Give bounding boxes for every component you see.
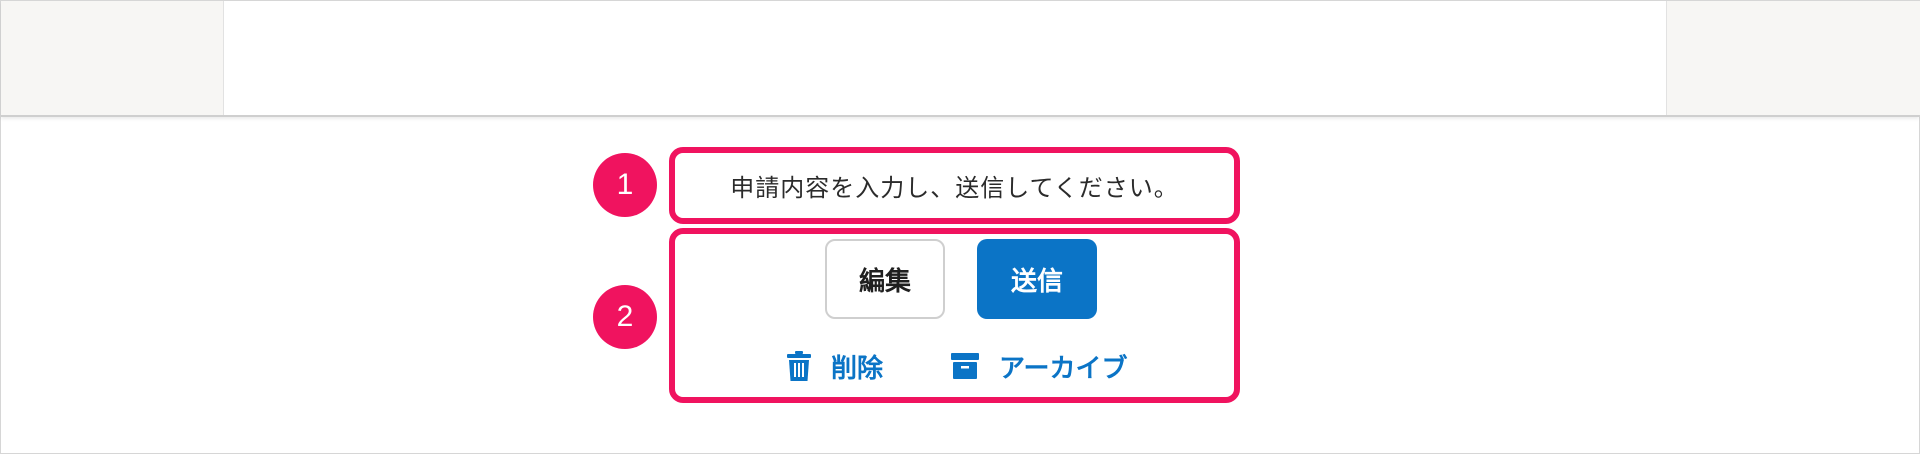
top-bar-center-panel <box>224 1 1666 115</box>
annotation-marker-1: 1 <box>593 153 657 217</box>
annotation-marker-2: 2 <box>593 285 657 349</box>
send-button[interactable]: 送信 <box>977 239 1097 319</box>
archive-box-icon <box>951 353 979 379</box>
archive-action[interactable]: アーカイブ <box>951 347 1127 385</box>
instruction-text: 申請内容を入力し、送信してください。 <box>730 174 1179 202</box>
page-frame: 1 申請内容を入力し、送信してください。 2 編集 送信 削除 アーカイブ <box>0 0 1920 454</box>
annotation-marker-2-label: 2 <box>616 300 634 333</box>
top-bar <box>1 1 1920 117</box>
top-bar-left-panel <box>1 1 224 115</box>
trash-icon <box>787 351 811 381</box>
delete-label: 削除 <box>831 353 884 384</box>
delete-action[interactable]: 削除 <box>787 347 883 385</box>
archive-label: アーカイブ <box>999 353 1128 384</box>
top-bar-right-panel <box>1666 1 1920 115</box>
edit-button[interactable]: 編集 <box>825 239 945 319</box>
